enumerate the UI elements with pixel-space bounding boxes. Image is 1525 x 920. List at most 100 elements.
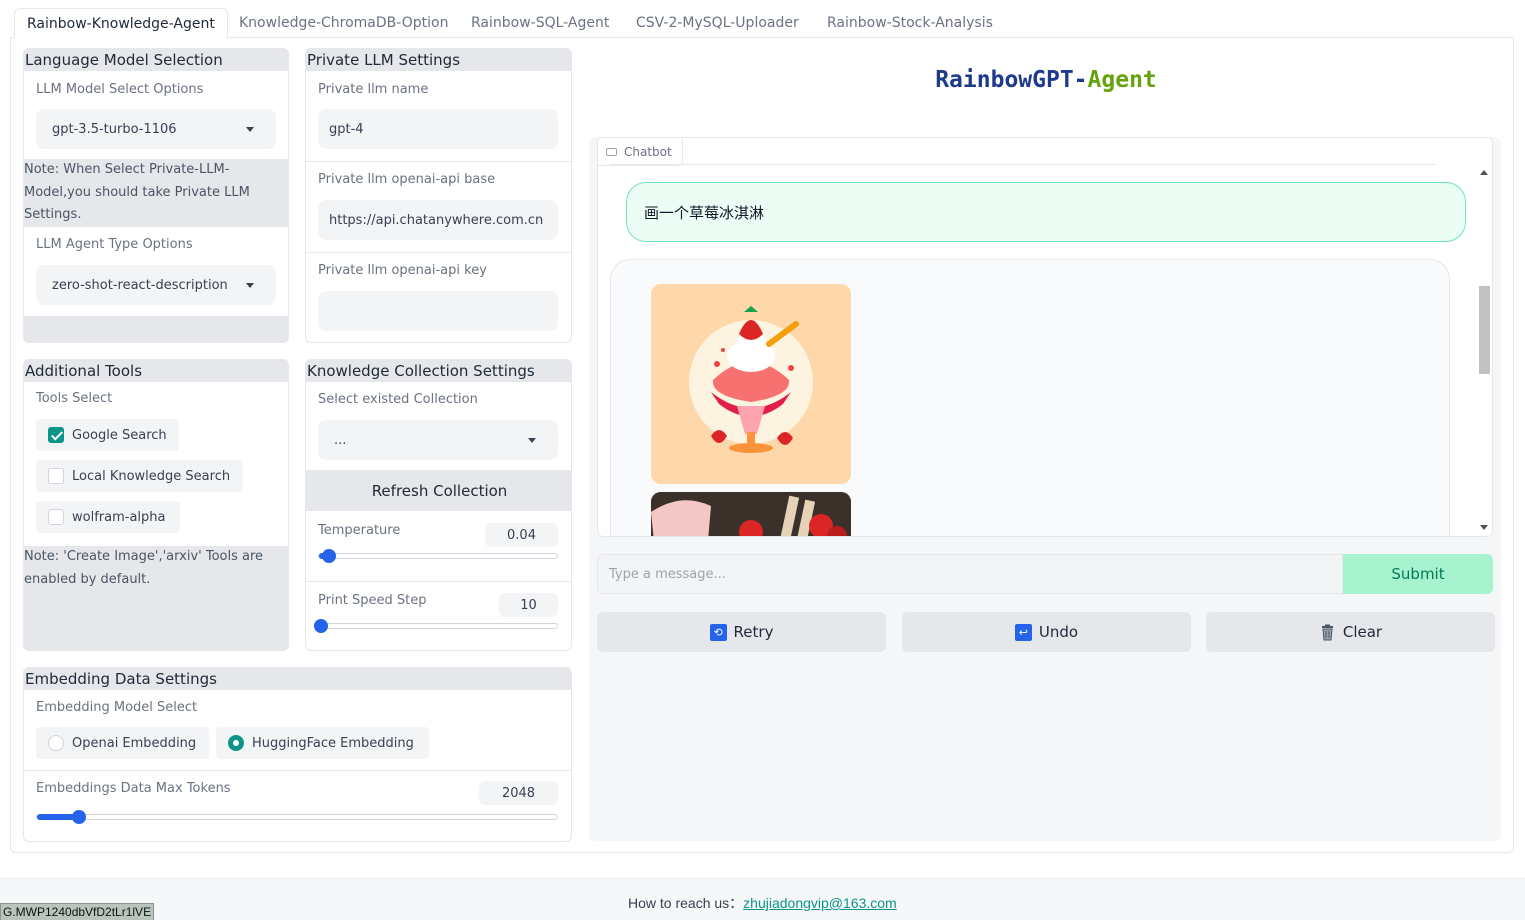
scroll-down-icon[interactable] [1480, 525, 1488, 530]
retry-button[interactable]: ⟲ Retry [597, 612, 886, 652]
chatbot-label-text: Chatbot [624, 144, 672, 159]
private-llm-name-input[interactable]: gpt-4 [318, 109, 558, 149]
slider-thumb[interactable] [71, 810, 86, 824]
trash-icon [1319, 624, 1336, 641]
tools-title: Additional Tools [24, 360, 288, 382]
chatbot: Chatbot 画一个草莓冰淇淋 [597, 137, 1493, 537]
llm-model-dropdown[interactable]: gpt-3.5-turbo-1106 [36, 109, 276, 149]
llm-agent-dropdown[interactable]: zero-shot-react-description [36, 265, 276, 305]
llm-agent-value: zero-shot-react-description [52, 277, 228, 293]
temperature-label: Temperature [318, 523, 401, 538]
refresh-collection-button[interactable]: Refresh Collection [306, 470, 571, 511]
app-title-part1: RainbowGPT- [935, 67, 1088, 93]
llm-selection-panel: Language Model Selection LLM Model Selec… [23, 48, 289, 343]
openai-embedding-radio[interactable]: Openai Embedding [36, 727, 209, 759]
max-tokens-number-input[interactable]: 2048 [479, 781, 558, 805]
divider [306, 252, 571, 253]
tool-google-search-label: Google Search [72, 427, 167, 443]
huggingface-embedding-label: HuggingFace Embedding [252, 735, 414, 751]
private-llm-base-label: Private llm openai-api base [318, 172, 496, 187]
private-llm-key-input[interactable] [318, 291, 558, 331]
tools-panel: Additional Tools Tools Select Google Sea… [23, 359, 289, 651]
print-speed-label: Print Speed Step [318, 593, 427, 608]
message-input[interactable]: Type a message... [597, 554, 1343, 594]
scroll-up-icon[interactable] [1480, 170, 1488, 175]
chat-icon [606, 147, 617, 156]
checkbox-checked-icon [48, 427, 64, 443]
bot-message [610, 259, 1450, 536]
clear-button[interactable]: Clear [1206, 612, 1495, 652]
undo-label: Undo [1038, 623, 1079, 641]
temperature-number-input[interactable]: 0.04 [485, 523, 558, 547]
private-llm-panel: Private LLM Settings Private llm name gp… [305, 48, 572, 343]
tab-rainbow-stock-analysis[interactable]: Rainbow-Stock-Analysis [815, 8, 1005, 38]
print-speed-slider[interactable] [314, 619, 558, 633]
tools-block: Tools Select Google Search Local Knowled… [24, 382, 288, 546]
max-tokens-label: Embeddings Data Max Tokens [36, 781, 231, 796]
tab-rainbow-knowledge-agent[interactable]: Rainbow-Knowledge-Agent [14, 8, 228, 39]
retry-icon: ⟲ [709, 623, 727, 641]
app-title: RainbowGPT-Agent [589, 67, 1503, 93]
openai-embedding-label: Openai Embedding [72, 735, 197, 751]
footer-email-link[interactable]: zhujiadongvip@163.com [743, 895, 897, 911]
tool-local-knowledge-search-label: Local Knowledge Search [72, 468, 231, 484]
private-llm-name-label: Private llm name [318, 82, 429, 97]
chevron-down-icon [246, 283, 254, 288]
knowledge-title: Knowledge Collection Settings [306, 360, 571, 382]
llm-agent-block: LLM Agent Type Options zero-shot-react-d… [24, 227, 288, 316]
app-title-part2: Agent [1087, 67, 1157, 93]
slider-thumb[interactable] [321, 549, 336, 563]
chatbot-label: Chatbot [598, 138, 683, 166]
submit-button[interactable]: Submit [1343, 554, 1493, 594]
retry-label: Retry [733, 623, 774, 641]
footer-contact-label: How to reach us： [628, 895, 744, 911]
collection-dropdown[interactable]: ... [318, 420, 558, 460]
tab-knowledge-chromadb-option[interactable]: Knowledge-ChromaDB-Option [227, 8, 460, 38]
chat-scrollbar[interactable] [1476, 164, 1492, 536]
strawberry-photo-image[interactable] [651, 492, 851, 536]
chat-area: RainbowGPT-Agent Chatbot 画一个草莓冰淇淋 Type a… [589, 37, 1503, 841]
radio-selected-icon [228, 735, 244, 751]
radio-icon [48, 735, 64, 751]
checkbox-icon [48, 509, 64, 525]
llm-selection-title: Language Model Selection [24, 49, 288, 71]
divider [610, 164, 1436, 165]
slider-thumb[interactable] [314, 619, 329, 633]
max-tokens-slider[interactable] [36, 810, 558, 824]
llm-model-label: LLM Model Select Options [36, 82, 204, 97]
checkbox-icon [48, 468, 64, 484]
tool-wolfram-alpha-checkbox[interactable]: wolfram-alpha [36, 501, 180, 533]
user-message: 画一个草莓冰淇淋 [626, 182, 1466, 242]
tab-rainbow-sql-agent[interactable]: Rainbow-SQL-Agent [459, 8, 621, 38]
tools-label: Tools Select [36, 391, 113, 406]
tool-local-knowledge-search-checkbox[interactable]: Local Knowledge Search [36, 460, 243, 492]
footer-contact: How to reach us：zhujiadongvip@163.com [628, 893, 897, 913]
tool-google-search-checkbox[interactable]: Google Search [36, 419, 179, 451]
private-llm-key-label: Private llm openai-api key [318, 263, 487, 278]
strawberry-ice-cream-image[interactable] [651, 284, 851, 484]
clear-label: Clear [1342, 623, 1383, 641]
print-speed-number-input[interactable]: 10 [499, 593, 558, 617]
divider [306, 161, 571, 162]
embedding-title: Embedding Data Settings [24, 668, 571, 690]
divider [24, 770, 571, 771]
message-input-row: Type a message... Submit [597, 554, 1493, 594]
collection-label: Select existed Collection [318, 392, 478, 407]
tools-note: Note: 'Create Image','arxiv' Tools are e… [24, 549, 264, 587]
private-llm-base-input[interactable]: https://api.chatanywhere.com.cn [318, 200, 558, 240]
llm-model-block: LLM Model Select Options gpt-3.5-turbo-1… [24, 71, 288, 159]
embedding-model-label: Embedding Model Select [36, 700, 198, 715]
undo-icon: ↩ [1014, 623, 1032, 641]
embedding-panel: Embedding Data Settings Embedding Model … [23, 667, 572, 842]
huggingface-embedding-radio[interactable]: HuggingFace Embedding [216, 727, 429, 759]
chevron-down-icon [246, 127, 254, 132]
private-llm-title: Private LLM Settings [306, 49, 571, 71]
knowledge-panel: Knowledge Collection Settings Select exi… [305, 359, 572, 651]
scrollbar-thumb[interactable] [1479, 286, 1490, 374]
chat-container: Chatbot 画一个草莓冰淇淋 Type a message... Submi… [589, 137, 1501, 841]
tab-csv-2-mysql-uploader[interactable]: CSV-2-MySQL-Uploader [624, 8, 811, 38]
undo-button[interactable]: ↩ Undo [902, 612, 1191, 652]
temperature-slider[interactable] [318, 549, 558, 563]
llm-note: Note: When Select Private-LLM-Model,you … [24, 162, 250, 222]
tab-content: Language Model Selection LLM Model Selec… [10, 37, 1514, 853]
